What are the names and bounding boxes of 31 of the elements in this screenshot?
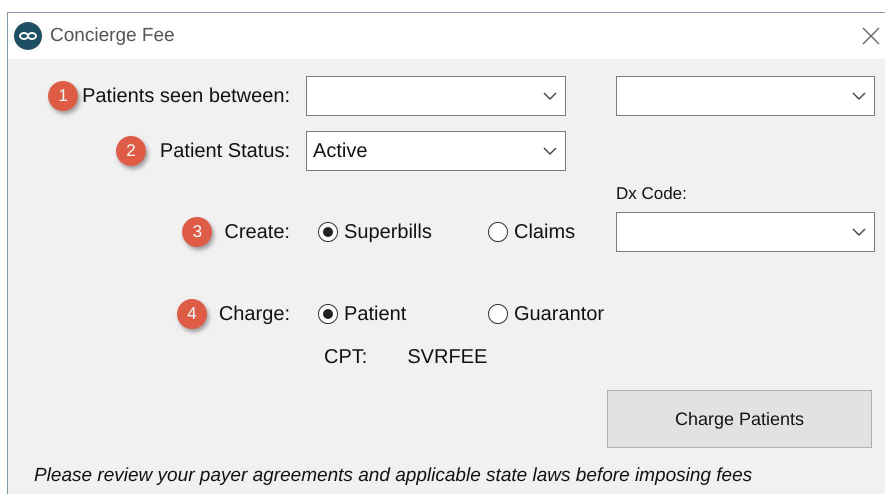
radio-button[interactable] [488,304,508,324]
chevron-icon [852,228,866,236]
field-label: Dx Code: [616,183,687,206]
field-label: Charge: [218,302,290,327]
radio-label: Guarantor [514,302,604,327]
step-badge: 1 [48,81,78,111]
radio-label: Patient [344,302,406,327]
window-title: Concierge Fee [50,24,175,48]
field-label: Patient Status: [160,139,290,164]
logo-icon [14,22,42,50]
dropdown[interactable] [616,76,875,116]
chevron-icon [543,147,557,155]
dropdown[interactable]: Active [306,131,566,171]
cpt-value: SVRFEE [407,345,488,370]
charge-patients-button[interactable]: Charge Patients [607,390,872,448]
disclaimer-text: Please review your payer agreements and applicable state laws before imposing fees [34,465,752,486]
radio-button[interactable] [318,304,338,324]
field-label: Patients seen between: [82,84,290,109]
step-badge: 2 [116,136,146,166]
step-badge: 3 [182,217,212,247]
dropdown[interactable] [616,212,875,252]
step-badge: 4 [176,299,207,329]
radio-label: Claims [514,220,576,245]
radio-button[interactable] [488,222,508,242]
dropdown[interactable] [306,76,566,116]
chevron-icon [543,92,557,100]
radio-label: Superbills [344,220,432,245]
chevron-icon [852,92,866,100]
field-label: Create: [224,220,290,245]
radio-button[interactable] [318,222,338,242]
cpt-label: CPT: [324,345,368,370]
